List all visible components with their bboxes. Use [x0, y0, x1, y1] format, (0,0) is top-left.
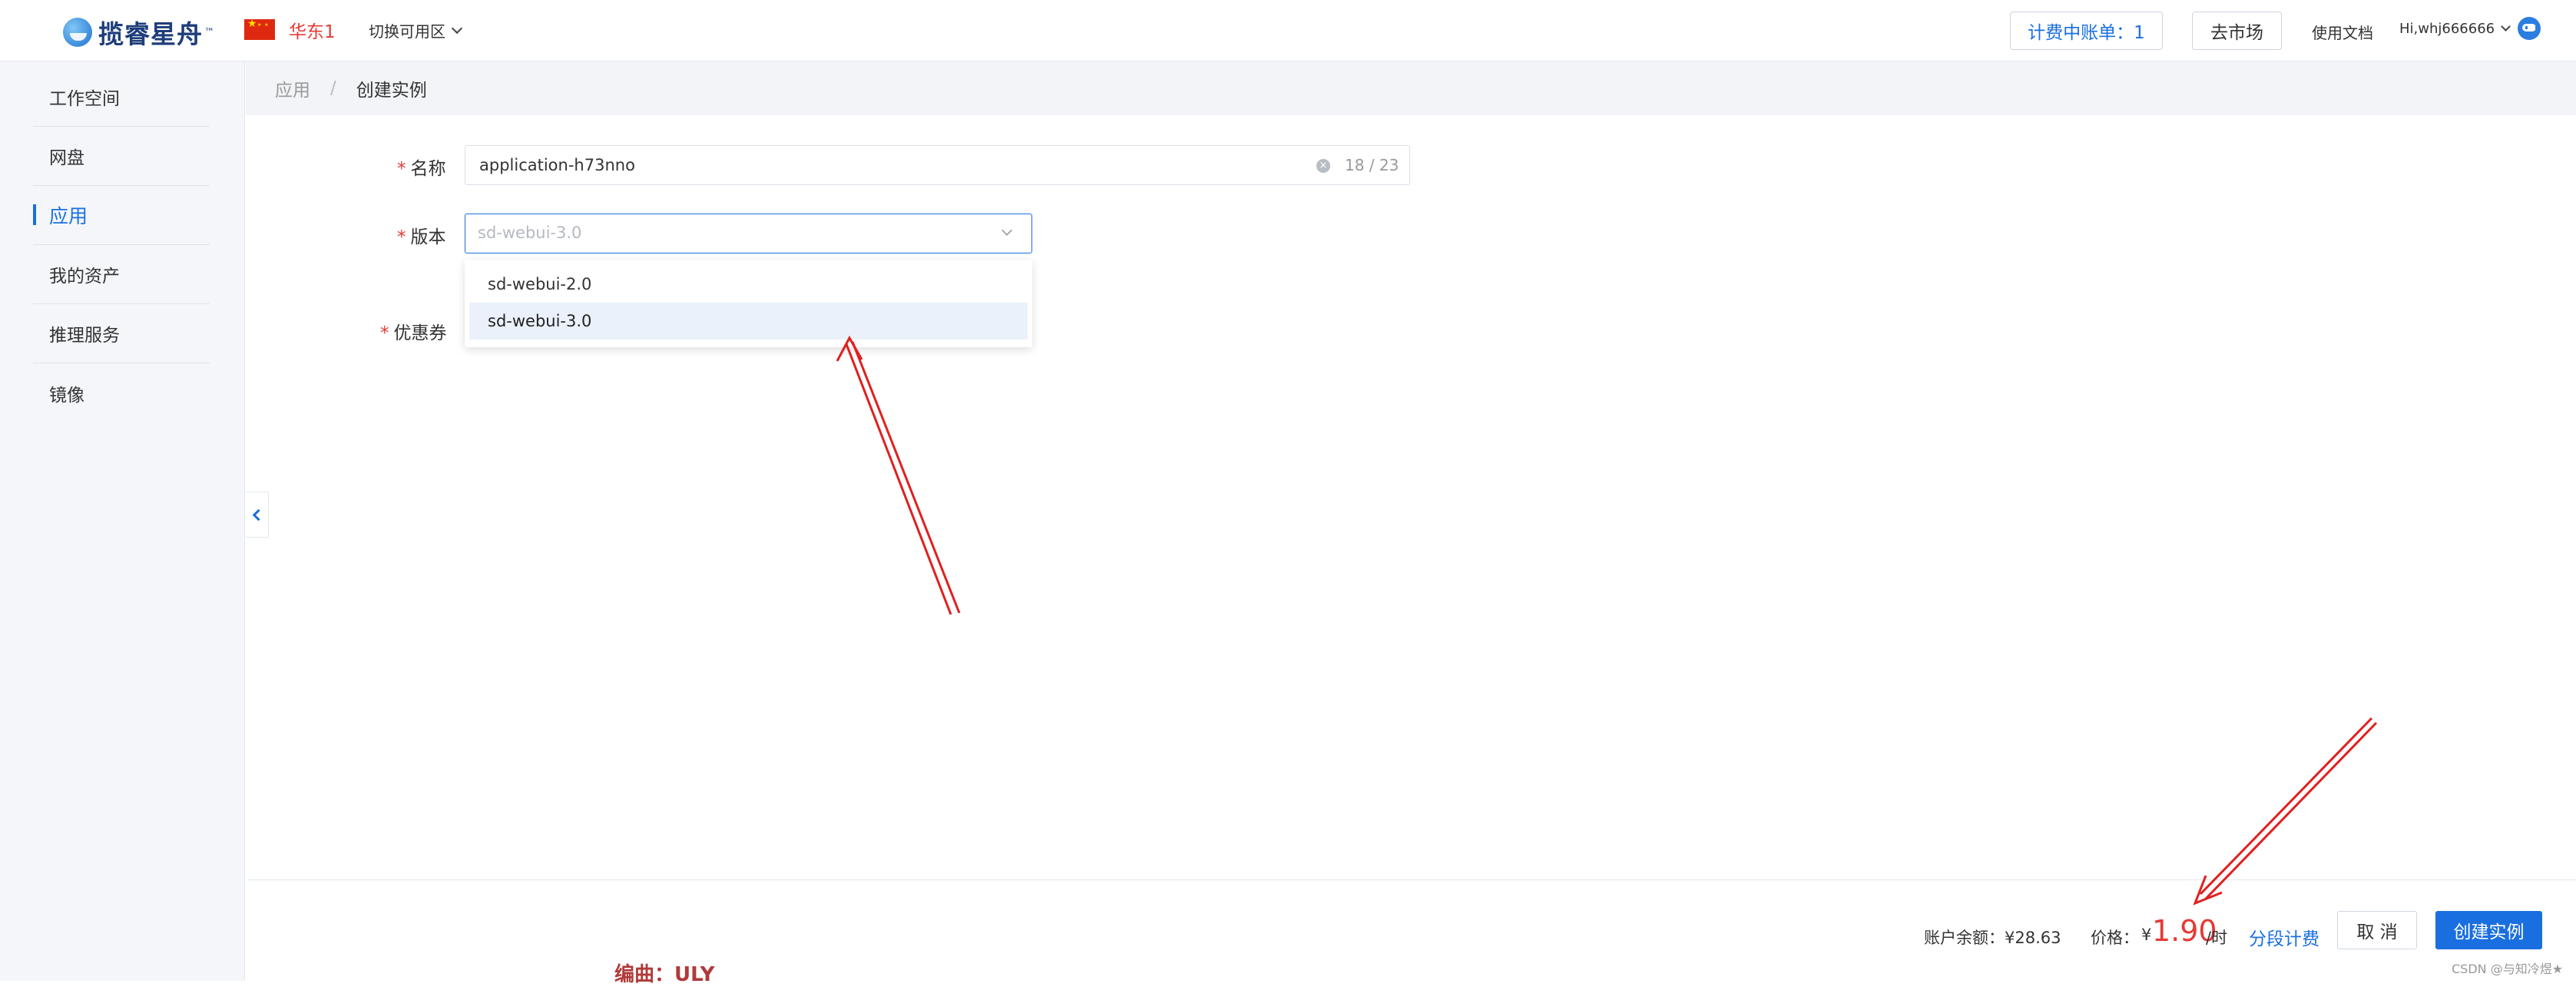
breadcrumb-parent[interactable]: 应用: [275, 75, 310, 101]
zone-switch-dropdown[interactable]: 切换可用区: [369, 19, 463, 41]
sidebar-item-applications[interactable]: 应用: [33, 186, 210, 245]
name-char-counter: 18 / 23: [1345, 156, 1399, 174]
version-select-placeholder: sd-webui-3.0: [478, 224, 582, 242]
version-dropdown-menu: sd-webui-2.0 sd-webui-3.0: [465, 260, 1032, 347]
csdn-watermark: CSDN @与知冷煜★: [2452, 962, 2564, 976]
chevron-down-icon: [2501, 22, 2511, 31]
sidebar-item-netdisk[interactable]: 网盘: [33, 127, 210, 186]
version-label-text: 版本: [410, 227, 446, 247]
breadcrumb-current: 创建实例: [356, 81, 427, 101]
editor-watermark: 编曲：ULY: [614, 963, 715, 986]
coupon-label: * 优惠券: [380, 318, 447, 344]
logo-trademark: ™: [204, 26, 214, 38]
chevron-down-icon: [1001, 224, 1013, 237]
chevron-left-icon: [252, 508, 265, 521]
version-label: * 版本: [397, 222, 446, 248]
version-option-selected[interactable]: sd-webui-3.0: [469, 303, 1028, 339]
docs-link[interactable]: 使用文档: [2312, 21, 2373, 43]
annotation-arrow-version: [836, 335, 961, 615]
name-field[interactable]: × 18 / 23: [465, 145, 1410, 185]
china-flag-icon: [244, 18, 275, 40]
price-unit: /时: [2206, 929, 2228, 947]
required-mark: *: [397, 159, 406, 179]
sidebar-item-workspace[interactable]: 工作空间: [33, 68, 210, 127]
name-label: * 名称: [397, 154, 446, 180]
logo[interactable]: 揽睿星舟 ™: [63, 14, 214, 51]
breadcrumb: 应用 / 创建实例: [246, 61, 2576, 115]
sidebar: 工作空间 网盘 应用 我的资产 推理服务 镜像: [0, 61, 245, 981]
version-option[interactable]: sd-webui-2.0: [469, 266, 1028, 303]
version-select[interactable]: sd-webui-3.0: [465, 214, 1032, 253]
user-menu[interactable]: Hi,whj666666: [2399, 21, 2511, 37]
sidebar-item-inference[interactable]: 推理服务: [33, 304, 210, 363]
required-mark: *: [397, 227, 406, 247]
sidebar-collapse-button[interactable]: [246, 492, 269, 538]
robot-assistant-icon[interactable]: [2518, 17, 2541, 40]
breadcrumb-separator: /: [330, 78, 336, 98]
coupon-label-text: 优惠券: [393, 323, 447, 343]
clear-icon[interactable]: ×: [1316, 159, 1330, 173]
user-name: Hi,whj666666: [2399, 21, 2495, 37]
market-button[interactable]: 去市场: [2192, 12, 2282, 50]
tiered-billing-link[interactable]: 分段计费: [2249, 924, 2319, 950]
create-instance-button[interactable]: 创建实例: [2435, 911, 2542, 949]
account-balance: 账户余额：¥28.63: [1924, 929, 2061, 947]
price-currency: ¥: [2141, 926, 2152, 944]
cancel-button[interactable]: 取 消: [2337, 911, 2417, 949]
billing-button[interactable]: 计费中账单：1: [2010, 12, 2163, 50]
chevron-down-icon: [451, 22, 463, 34]
sidebar-item-my-assets[interactable]: 我的资产: [33, 245, 210, 304]
logo-text: 揽睿星舟: [98, 19, 203, 49]
required-mark: *: [380, 323, 389, 343]
name-input[interactable]: [478, 146, 1246, 184]
name-label-text: 名称: [410, 159, 446, 179]
price-label: 价格：: [2091, 929, 2139, 947]
logo-icon: [63, 18, 92, 47]
region-label[interactable]: 华东1: [289, 17, 336, 43]
sidebar-item-images[interactable]: 镜像: [33, 363, 210, 422]
zone-switch-label: 切换可用区: [369, 22, 445, 41]
top-header: 揽睿星舟 ™ 华东1 切换可用区 计费中账单：1 去市场 使用文档 Hi,whj…: [0, 0, 2576, 61]
annotation-arrow-price: [2193, 717, 2378, 906]
